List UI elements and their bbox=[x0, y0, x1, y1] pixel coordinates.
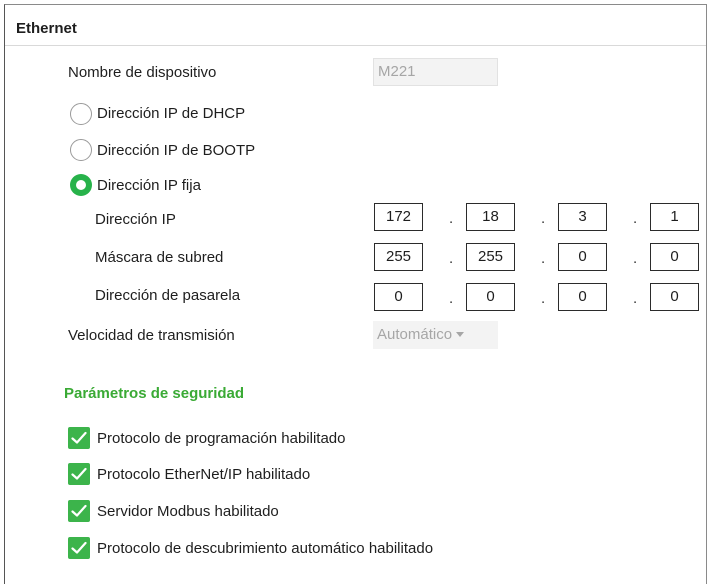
checkmark-icon bbox=[71, 541, 87, 554]
ip-octet-4[interactable]: 1 bbox=[650, 203, 699, 231]
mask-octet-3[interactable]: 0 bbox=[558, 243, 607, 271]
gateway-separator: . bbox=[633, 290, 638, 307]
checkbox-modbus-server[interactable] bbox=[68, 500, 90, 522]
radio-dhcp-label[interactable]: Dirección IP de DHCP bbox=[97, 105, 245, 122]
gateway-separator: . bbox=[449, 290, 454, 307]
ip-octet-2[interactable]: 18 bbox=[466, 203, 515, 231]
gateway-octet-1[interactable]: 0 bbox=[374, 283, 423, 311]
mask-octet-4[interactable]: 0 bbox=[650, 243, 699, 271]
speed-label: Velocidad de transmisión bbox=[68, 327, 235, 344]
device-name-label: Nombre de dispositivo bbox=[68, 64, 217, 81]
radio-fixed-ip[interactable] bbox=[70, 174, 92, 196]
checkbox-modbus-server-label[interactable]: Servidor Modbus habilitado bbox=[97, 503, 279, 520]
gateway-octet-3[interactable]: 0 bbox=[558, 283, 607, 311]
subnet-mask-label: Máscara de subred bbox=[95, 249, 224, 266]
section-title: Ethernet bbox=[16, 20, 77, 37]
checkbox-ethernet-ip[interactable] bbox=[68, 463, 90, 485]
ip-address-label: Dirección IP bbox=[95, 211, 176, 228]
checkbox-auto-discovery[interactable] bbox=[68, 537, 90, 559]
gateway-octet-2[interactable]: 0 bbox=[466, 283, 515, 311]
checkmark-icon bbox=[71, 431, 87, 444]
dropdown-arrow-icon bbox=[456, 332, 465, 337]
radio-bootp[interactable] bbox=[70, 139, 92, 161]
gateway-separator: . bbox=[541, 290, 546, 307]
gateway-label: Dirección de pasarela bbox=[95, 287, 241, 304]
mask-separator: . bbox=[633, 250, 638, 267]
checkbox-ethernet-ip-label[interactable]: Protocolo EtherNet/IP habilitado bbox=[97, 466, 310, 483]
ip-separator: . bbox=[541, 210, 546, 227]
mask-separator: . bbox=[449, 250, 454, 267]
mask-separator: . bbox=[541, 250, 546, 267]
speed-dropdown[interactable]: Automático bbox=[373, 321, 498, 349]
gateway-octet-4[interactable]: 0 bbox=[650, 283, 699, 311]
radio-dhcp[interactable] bbox=[70, 103, 92, 125]
ip-octet-1[interactable]: 172 bbox=[374, 203, 423, 231]
title-divider bbox=[5, 45, 706, 46]
speed-dropdown-value: Automático bbox=[377, 326, 453, 343]
checkbox-auto-discovery-label[interactable]: Protocolo de descubrimiento automático h… bbox=[97, 540, 433, 557]
checkbox-programming-protocol-label[interactable]: Protocolo de programación habilitado bbox=[97, 430, 346, 447]
mask-octet-1[interactable]: 255 bbox=[374, 243, 423, 271]
checkmark-icon bbox=[71, 467, 87, 480]
checkbox-programming-protocol[interactable] bbox=[68, 427, 90, 449]
security-section-title: Parámetros de seguridad bbox=[64, 385, 245, 402]
checkmark-icon bbox=[71, 504, 87, 517]
mask-octet-2[interactable]: 255 bbox=[466, 243, 515, 271]
radio-bootp-label[interactable]: Dirección IP de BOOTP bbox=[97, 142, 255, 159]
ip-separator: . bbox=[449, 210, 454, 227]
ip-octet-3[interactable]: 3 bbox=[558, 203, 607, 231]
device-name-field[interactable]: M221 bbox=[373, 58, 498, 86]
radio-fixed-ip-label[interactable]: Dirección IP fija bbox=[97, 177, 201, 194]
ip-separator: . bbox=[633, 210, 638, 227]
